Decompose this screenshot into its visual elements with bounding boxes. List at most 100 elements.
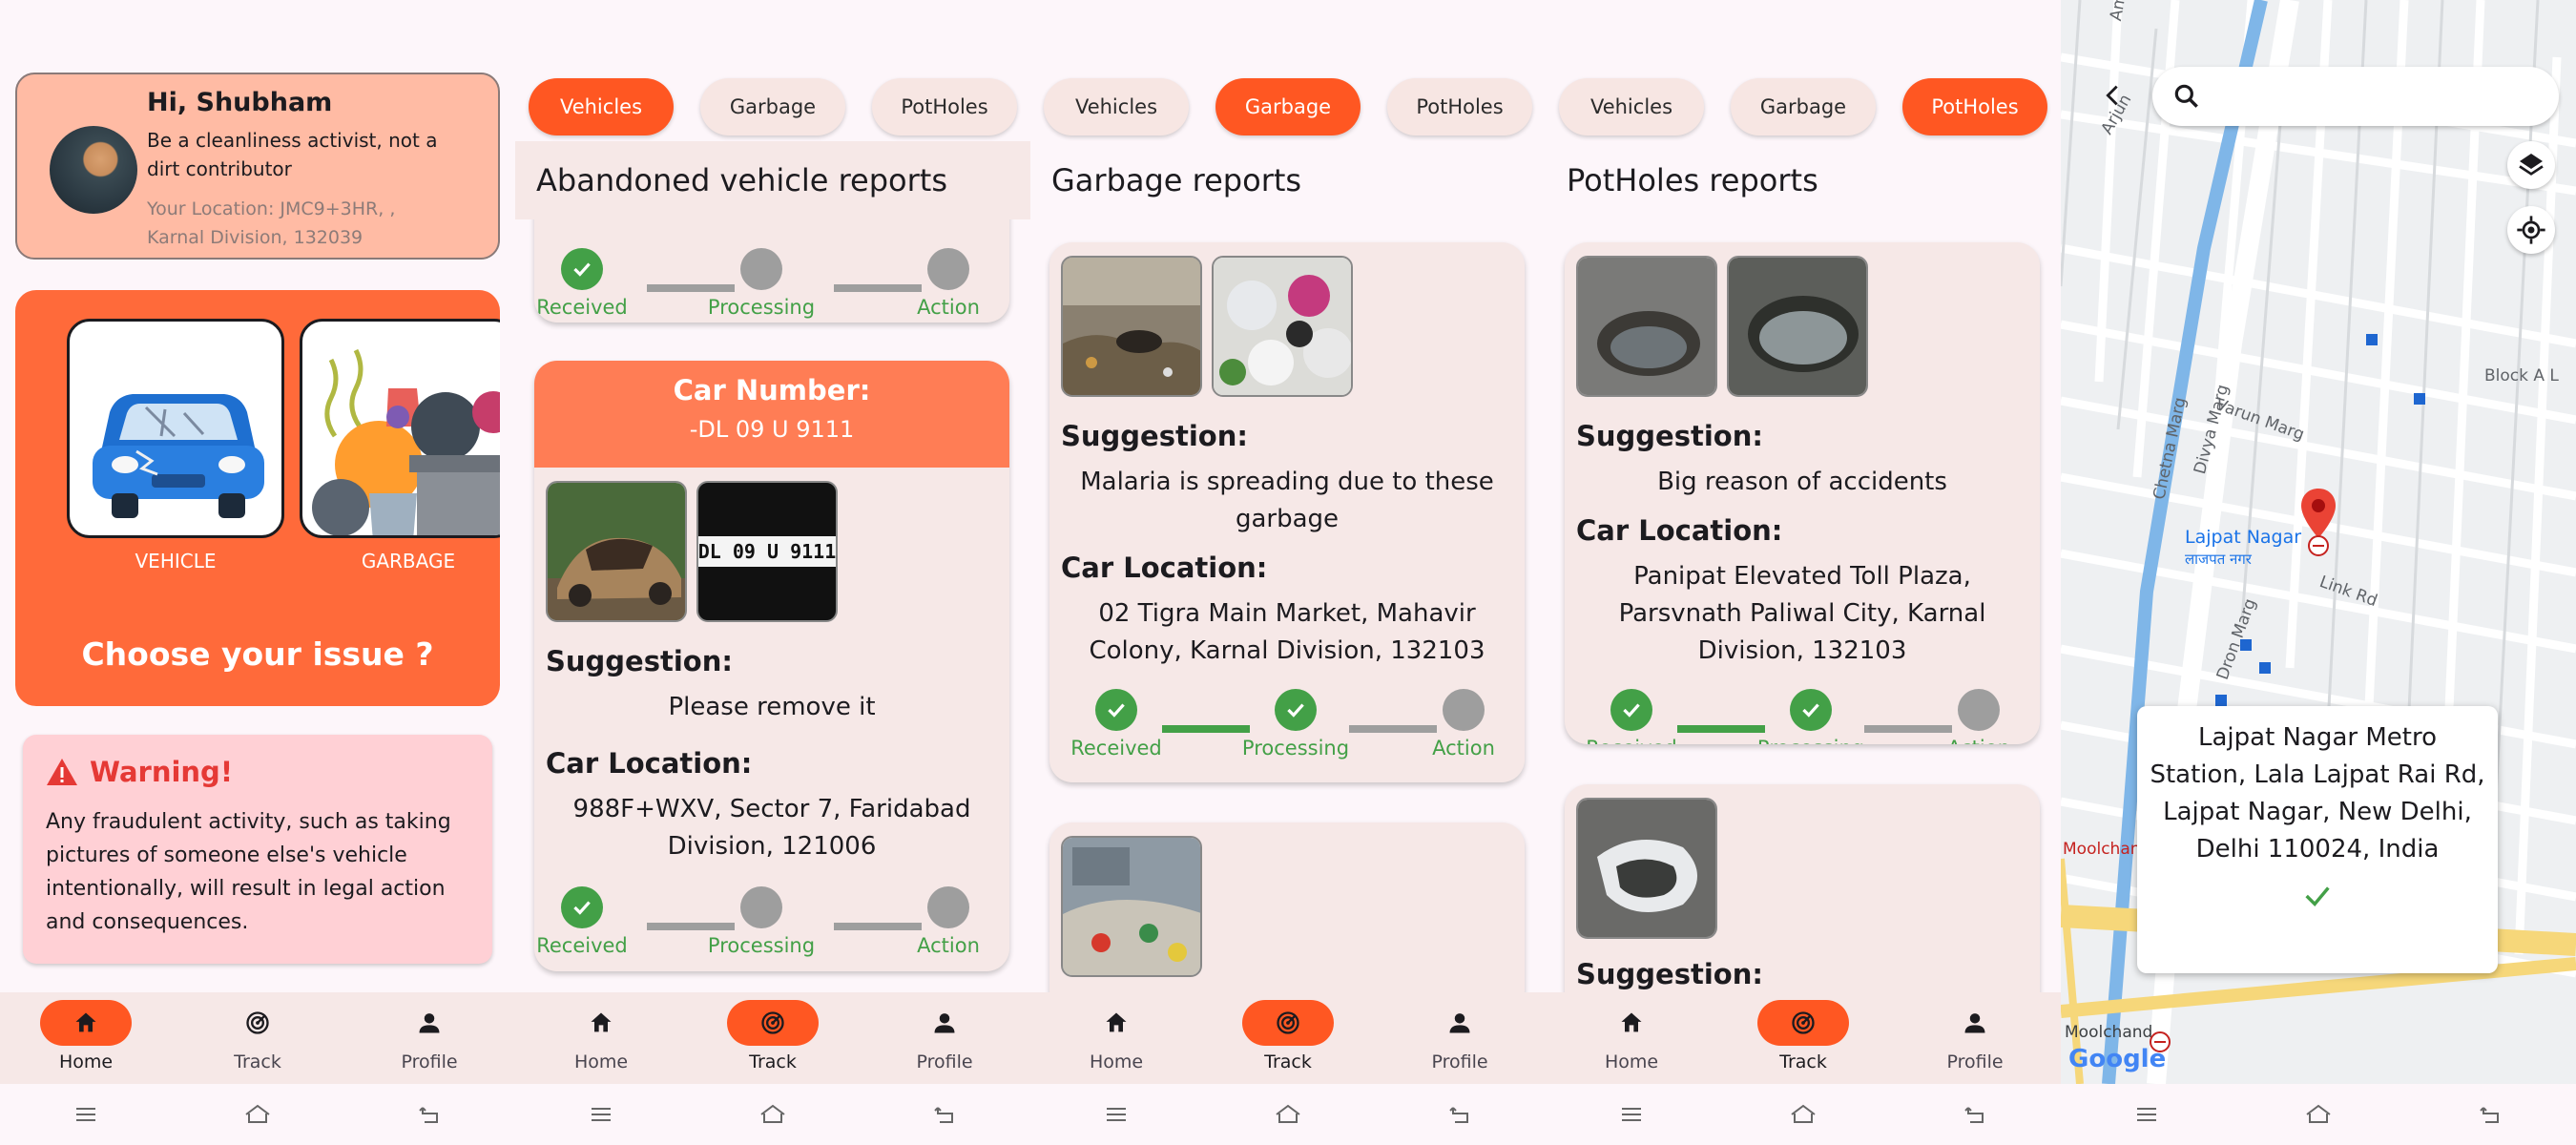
confirm-check-icon[interactable]	[2301, 880, 2334, 912]
back-arrow-icon[interactable]	[2099, 82, 2126, 109]
nav-home[interactable]: Home	[0, 992, 172, 1084]
system-home-icon[interactable]	[1274, 1100, 1302, 1129]
pothole-photo-3[interactable]	[1576, 798, 1717, 939]
burnt-car-photo[interactable]	[546, 481, 687, 622]
progress-line	[834, 923, 922, 930]
suggestion-text: Please remove it	[668, 693, 876, 721]
nav-home[interactable]: Home	[1030, 992, 1202, 1084]
place-label: Moolchand	[2065, 1023, 2153, 1042]
nav-profile[interactable]: Profile	[1374, 992, 1546, 1084]
search-icon	[2174, 84, 2198, 108]
received-check-icon	[561, 886, 603, 928]
google-logo: Google	[2068, 1045, 2167, 1073]
profile-icon	[1964, 1013, 1985, 1033]
user-location: Your Location: JMC9+3HR, , Karnal Divisi…	[147, 198, 396, 248]
nav-home[interactable]: Home	[1546, 992, 1717, 1084]
home-screen: Hi, Shubham Be a cleanliness activist, n…	[0, 0, 515, 1145]
metro-icon	[2308, 535, 2329, 556]
back-icon[interactable]	[1445, 1100, 1474, 1129]
home-icon	[75, 1012, 96, 1032]
tab-vehicles[interactable]: Vehicles	[1559, 78, 1704, 135]
suggestion-label: Suggestion:	[1576, 420, 1763, 452]
map-view[interactable]: Amar Vihar Arjun Varun Marg Divya Marg C…	[2061, 0, 2576, 1084]
tab-vehicles[interactable]: Vehicles	[529, 78, 674, 135]
nav-track[interactable]: Track	[172, 992, 343, 1084]
tab-potholes[interactable]: PotHoles	[1387, 78, 1532, 135]
car-number-label: Car Number:	[673, 374, 871, 406]
nav-track-label: Track	[234, 1051, 281, 1072]
progress-line	[1864, 725, 1952, 733]
garbage-photo-3[interactable]	[1061, 836, 1202, 977]
pothole-report-card[interactable]: Suggestion:	[1565, 784, 2040, 992]
progress-line	[1677, 725, 1765, 733]
tab-potholes[interactable]: PotHoles	[872, 78, 1017, 135]
system-home-icon[interactable]	[1789, 1100, 1818, 1129]
menu-icon[interactable]	[2132, 1100, 2161, 1129]
nav-home-label: Home	[1089, 1051, 1144, 1072]
track-icon	[761, 1011, 784, 1034]
tab-vehicles[interactable]: Vehicles	[1044, 78, 1189, 135]
suggestion-label: Suggestion:	[546, 645, 733, 677]
status-action: Action	[917, 934, 980, 957]
menu-icon[interactable]	[587, 1100, 615, 1129]
back-icon[interactable]	[1961, 1100, 1989, 1129]
layers-button[interactable]	[2507, 141, 2555, 189]
road-label: Block A L	[2484, 366, 2559, 385]
nav-track[interactable]: Track	[1202, 992, 1374, 1084]
tab-potholes[interactable]: PotHoles	[1902, 78, 2047, 135]
system-nav-bar	[1030, 1084, 1546, 1145]
back-icon[interactable]	[2476, 1100, 2504, 1129]
nav-profile[interactable]: Profile	[343, 992, 515, 1084]
tab-garbage[interactable]: Garbage	[700, 78, 845, 135]
processing-dot	[740, 248, 782, 290]
system-home-icon[interactable]	[758, 1100, 787, 1129]
system-home-icon[interactable]	[2304, 1100, 2333, 1129]
garbage-issue-tile[interactable]	[300, 319, 500, 538]
pothole-photo-2[interactable]	[1727, 256, 1868, 397]
pothole-reports-screen: Vehicles Garbage PotHoles PotHoles repor…	[1546, 0, 2061, 1145]
progress-line	[1349, 725, 1437, 733]
vehicle-report-card[interactable]: Car Number: -DL 09 U 9111 DL 09 U 9111 S…	[534, 361, 1009, 971]
home-icon	[1621, 1012, 1642, 1032]
tab-garbage[interactable]: Garbage	[1731, 78, 1876, 135]
vehicle-reports-screen: Received Processing Action Abandoned veh…	[515, 0, 1030, 1145]
nav-profile[interactable]: Profile	[1889, 992, 2061, 1084]
back-icon[interactable]	[415, 1100, 444, 1129]
map-search-input[interactable]	[2152, 67, 2559, 126]
status-processing: Processing	[707, 296, 816, 319]
warning-icon	[47, 759, 77, 785]
choose-issue-heading: Choose your issue ?	[81, 635, 434, 673]
garbage-photo-2[interactable]	[1212, 256, 1353, 397]
status-received: Received	[1070, 737, 1162, 760]
nav-track[interactable]: Track	[1717, 992, 1889, 1084]
avatar	[50, 126, 137, 214]
pothole-photo-1[interactable]	[1576, 256, 1717, 397]
garbage-photo-1[interactable]	[1061, 256, 1202, 397]
location-pin-icon[interactable]	[2299, 489, 2337, 540]
vehicle-issue-tile[interactable]	[67, 319, 284, 538]
system-home-icon[interactable]	[243, 1100, 272, 1129]
progress-line	[1162, 725, 1250, 733]
garbage-report-card[interactable]	[1049, 822, 1525, 992]
back-icon[interactable]	[930, 1100, 959, 1129]
nav-track[interactable]: Track	[687, 992, 859, 1084]
menu-icon[interactable]	[72, 1100, 100, 1129]
pothole-report-card[interactable]: Suggestion: Big reason of accidents Car …	[1565, 242, 2040, 744]
status-processing: Processing	[707, 934, 816, 957]
warning-text: Any fraudulent activity, such as taking …	[46, 810, 451, 934]
suggestion-text: Big reason of accidents	[1657, 468, 1947, 496]
bottom-nav: Home Track Profile	[515, 992, 1030, 1084]
nav-home[interactable]: Home	[515, 992, 687, 1084]
nav-track-label: Track	[1264, 1051, 1312, 1072]
suggestion-label: Suggestion:	[1576, 958, 1763, 990]
garbage-report-card[interactable]: Suggestion: Malaria is spreading due to …	[1049, 242, 1525, 782]
nav-profile[interactable]: Profile	[859, 992, 1030, 1084]
my-location-button[interactable]	[2507, 206, 2555, 254]
garbage-icon	[312, 348, 500, 535]
number-plate-photo[interactable]: DL 09 U 9111	[696, 481, 838, 622]
car-location-text: Panipat Elevated Toll Plaza, Parsvnath P…	[1618, 562, 1986, 665]
menu-icon[interactable]	[1102, 1100, 1131, 1129]
tab-garbage[interactable]: Garbage	[1215, 78, 1361, 135]
profile-icon	[934, 1013, 955, 1033]
menu-icon[interactable]	[1617, 1100, 1646, 1129]
